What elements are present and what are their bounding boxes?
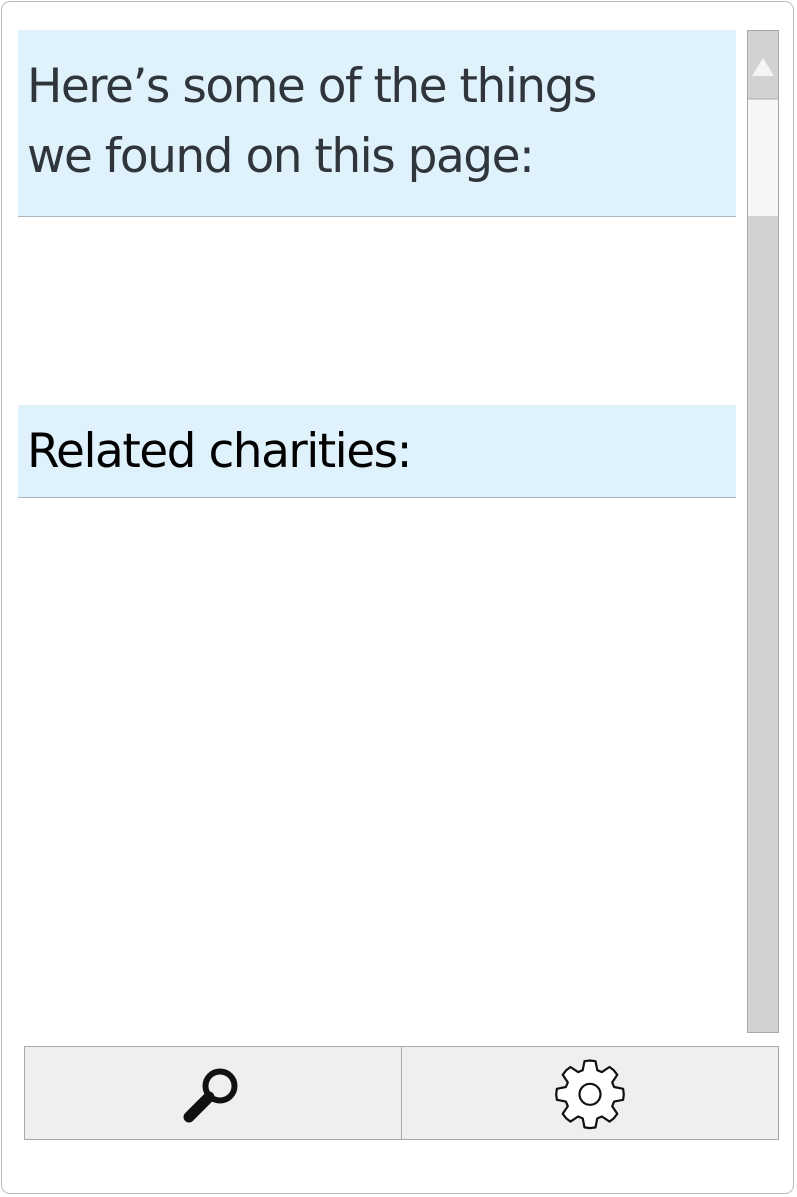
scroll-thumb[interactable] <box>748 100 778 216</box>
found-items-header: Here’s some of the things we found on th… <box>18 30 736 217</box>
found-items-header-line-2: we found on this page: <box>27 129 535 184</box>
bottom-toolbar <box>24 1046 779 1140</box>
related-charities-header-label: Related charities: <box>27 424 412 479</box>
search-icon <box>180 1060 246 1126</box>
found-items-header-line-1: Here’s some of the things <box>27 59 597 114</box>
extension-panel: Here’s some of the things we found on th… <box>1 1 794 1194</box>
search-button[interactable] <box>24 1046 402 1140</box>
related-charities-header: Related charities: <box>18 405 736 498</box>
settings-button[interactable] <box>402 1046 779 1140</box>
vertical-scrollbar[interactable] <box>747 30 779 1033</box>
scroll-up-button[interactable] <box>748 31 778 99</box>
up-arrow-icon <box>752 58 774 76</box>
gear-icon <box>553 1056 627 1130</box>
